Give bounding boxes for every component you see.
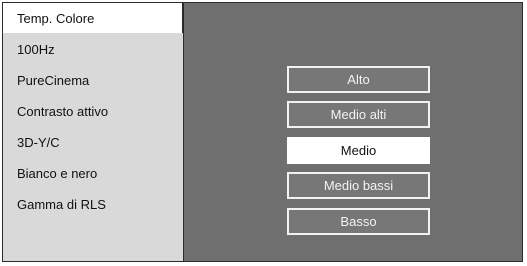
sidebar-item-label: 100Hz <box>17 41 55 57</box>
sidebar-item-temp-colore[interactable]: Temp. Colore <box>3 3 183 33</box>
option-alto-button[interactable]: Alto <box>287 66 430 93</box>
options-panel: Alto Medio alti Medio Medio bassi Basso <box>184 3 522 261</box>
option-medio-bassi-button[interactable]: Medio bassi <box>287 172 430 199</box>
option-basso-button[interactable]: Basso <box>287 208 430 235</box>
option-label: Basso <box>340 214 377 229</box>
sidebar-item-label: Contrasto attivo <box>17 103 109 119</box>
sidebar-item-bianco-e-nero[interactable]: Bianco e nero <box>3 158 183 188</box>
sidebar-item-100hz[interactable]: 100Hz <box>3 34 183 64</box>
option-medio-alti-button[interactable]: Medio alti <box>287 101 430 128</box>
sidebar-item-label: 3D-Y/C <box>17 134 60 150</box>
sidebar-menu: Temp. Colore 100Hz PureCinema Contrasto … <box>3 3 184 261</box>
sidebar-item-label: PureCinema <box>17 72 90 88</box>
sidebar-item-label: Temp. Colore <box>17 10 95 26</box>
sidebar-item-label: Bianco e nero <box>17 165 98 181</box>
option-label: Medio <box>340 143 377 158</box>
option-label: Medio bassi <box>323 178 394 193</box>
option-medio-button[interactable]: Medio <box>287 137 430 164</box>
option-label: Medio alti <box>330 107 387 122</box>
sidebar-item-label: Gamma di RLS <box>17 196 106 212</box>
sidebar-item-purecinema[interactable]: PureCinema <box>3 65 183 95</box>
settings-panel: Temp. Colore 100Hz PureCinema Contrasto … <box>2 2 523 262</box>
sidebar-item-3d-yc[interactable]: 3D-Y/C <box>3 127 183 157</box>
sidebar-item-gamma-di-rls[interactable]: Gamma di RLS <box>3 189 183 219</box>
option-label: Alto <box>347 72 370 87</box>
sidebar-item-contrasto-attivo[interactable]: Contrasto attivo <box>3 96 183 126</box>
